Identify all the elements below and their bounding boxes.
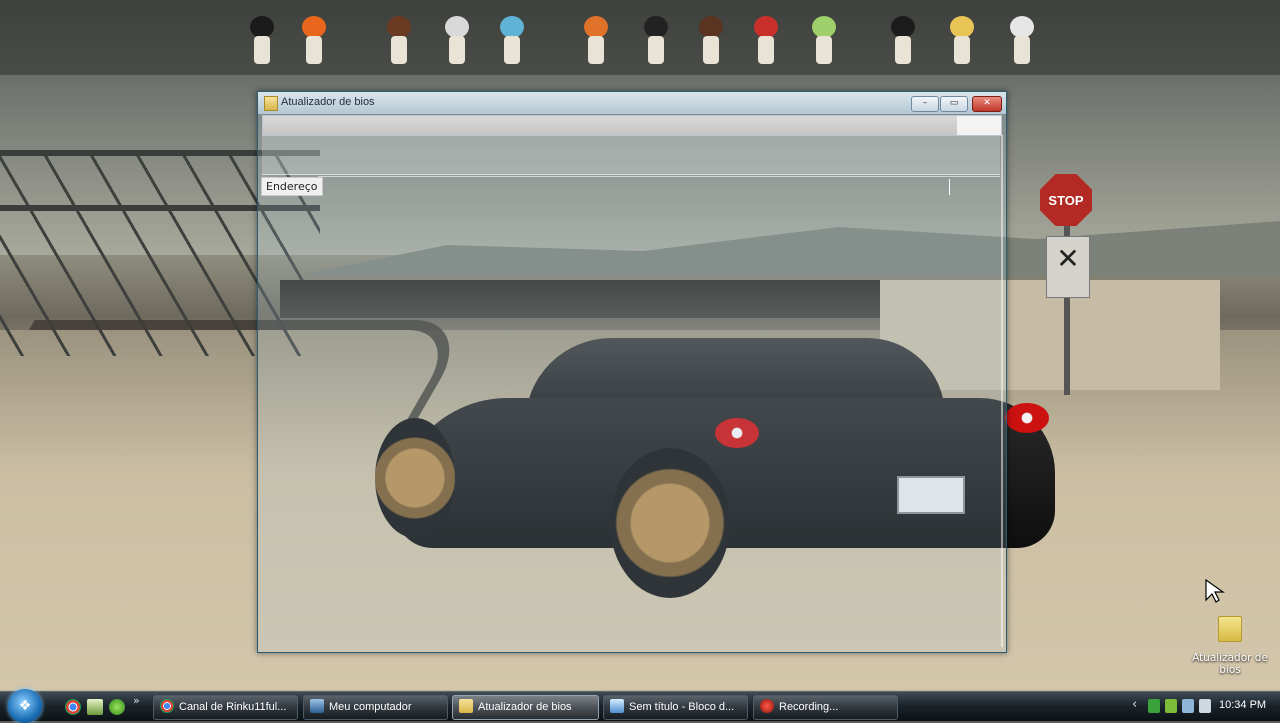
dock-character-figure[interactable] [498,16,526,66]
dock-character-figure[interactable] [248,16,276,66]
taskbar-item-chrome[interactable]: Canal de Rinku11ful... [153,695,298,720]
dock-character-figure[interactable] [582,16,610,66]
folder-icon [1218,616,1242,642]
notepad-icon [610,699,624,713]
taskbar-item-label: Sem título - Bloco d... [629,701,735,713]
figure-body [954,36,970,64]
taskbar-item-bloco-de-notas[interactable]: Sem título - Bloco d... [603,695,748,720]
taskbar-clock[interactable]: 10:34 PM [1219,699,1266,711]
figure-body [895,36,911,64]
figure-head [754,16,778,38]
desktop-icon-atualizador[interactable]: Atualizador de bios [1188,616,1272,676]
figure-head [250,16,274,38]
app-window: Atualizador de bios – ▭ ✕ Endereço [257,91,1007,653]
dock-character-figure[interactable] [300,16,328,66]
figure-body [1014,36,1030,64]
figure-body [758,36,774,64]
figure-body [449,36,465,64]
dock-character-figure[interactable] [697,16,725,66]
dock-character-figure[interactable] [948,16,976,66]
minimize-button[interactable]: – [911,96,939,112]
character-dock [0,0,1280,75]
figure-head [302,16,326,38]
address-input[interactable] [318,176,1000,197]
address-label: Endereço [261,177,323,196]
figure-head [644,16,668,38]
figure-body [648,36,664,64]
chrome-icon [160,699,174,713]
figure-head [891,16,915,38]
quick-launch-more-icon[interactable]: » [133,694,140,707]
figure-body [504,36,520,64]
start-button[interactable]: ❖ [8,689,42,723]
dock-character-figure[interactable] [889,16,917,66]
figure-head [445,16,469,38]
railroad-crossing-sign: ✕ [1046,236,1090,298]
figure-head [812,16,836,38]
tray-network-icon[interactable] [1148,699,1160,713]
close-button[interactable]: ✕ [972,96,1002,112]
figure-head [584,16,608,38]
taskbar-item-label: Canal de Rinku11ful... [179,701,287,713]
folder-icon [459,699,473,713]
dock-character-figure[interactable] [752,16,780,66]
figure-head [699,16,723,38]
figure-body [703,36,719,64]
figure-body [816,36,832,64]
tray-volume-icon[interactable] [1199,699,1211,713]
figure-body [254,36,270,64]
figure-head [950,16,974,38]
chrome-icon[interactable] [65,699,81,715]
maximize-button[interactable]: ▭ [940,96,968,112]
dock-character-figure[interactable] [1008,16,1036,66]
tray-expand-icon[interactable]: ‹ [1132,697,1137,712]
dock-character-figure[interactable] [385,16,413,66]
car-taillight-right [1005,403,1049,433]
tray-display-icon[interactable] [1182,699,1194,713]
progress-bar [262,115,1002,136]
content-scroll-edge[interactable] [1001,135,1003,647]
progress-bar-fill [263,116,957,135]
dock-character-figure[interactable] [810,16,838,66]
taskbar-item-label: Recording... [779,701,839,713]
taskbar-item-recording[interactable]: Recording... [753,695,898,720]
dock-character-figure[interactable] [642,16,670,66]
folder-network-icon[interactable] [87,699,103,715]
folder-icon [264,96,278,111]
utorrent-icon[interactable] [109,699,125,715]
toolbar-area [262,136,1000,175]
window-title: Atualizador de bios [281,96,375,108]
taskbar-item-label: Atualizador de bios [478,701,572,713]
figure-head [387,16,411,38]
figure-body [306,36,322,64]
text-caret [949,179,950,195]
computer-icon [310,699,324,713]
dock-character-figure[interactable] [443,16,471,66]
taskbar-item-meu-computador[interactable]: Meu computador [303,695,448,720]
taskbar-item-label: Meu computador [329,701,412,713]
cursor-icon [1205,578,1225,603]
taskbar: ❖ » Canal de Rinku11ful... Meu computado… [0,689,1280,723]
desktop-icon-label: Atualizador de bios [1192,652,1268,676]
figure-body [588,36,604,64]
figure-head [500,16,524,38]
window-titlebar[interactable]: Atualizador de bios – ▭ ✕ [258,92,1006,114]
recorder-icon [760,699,774,713]
stop-sign: STOP [1040,174,1092,226]
taskbar-item-atualizador[interactable]: Atualizador de bios [452,695,599,720]
figure-head [1010,16,1034,38]
figure-body [391,36,407,64]
tray-utorrent-icon[interactable] [1165,699,1177,713]
